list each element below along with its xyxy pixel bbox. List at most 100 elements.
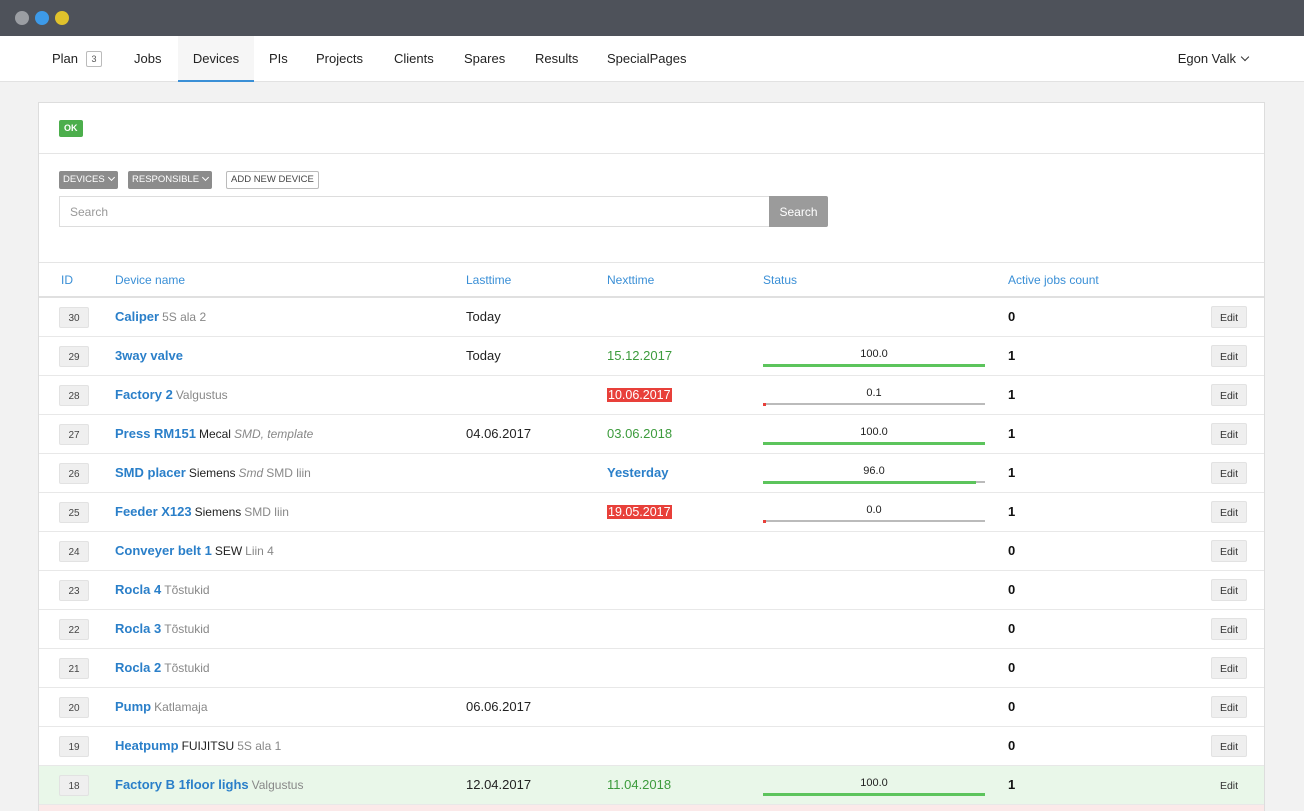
device-name-link[interactable]: Pump xyxy=(115,699,151,714)
edit-button[interactable]: Edit xyxy=(1211,618,1247,640)
edit-button[interactable]: Edit xyxy=(1211,540,1247,562)
table-row[interactable]: 20 Pump Katlamaja 06.06.2017 0 Edit xyxy=(39,688,1264,727)
nav-item-specialpages[interactable]: SpecialPages xyxy=(607,36,687,82)
edit-button[interactable]: Edit xyxy=(1211,423,1247,445)
nexttime-value: 11.04.2018 xyxy=(607,777,672,792)
window-close-dot[interactable] xyxy=(15,11,29,25)
device-name-link[interactable]: Factory B 1floor lighs xyxy=(115,777,249,792)
status-value: 100.0 xyxy=(860,348,888,360)
edit-button[interactable]: Edit xyxy=(1211,462,1247,484)
edit-button[interactable]: Edit xyxy=(1211,306,1247,328)
device-name-cell: Factory 2 Valgustus xyxy=(115,376,228,414)
nav-item-jobs[interactable]: Jobs xyxy=(134,36,161,82)
nav-item-results[interactable]: Results xyxy=(535,36,578,82)
table-row[interactable]: 25 Feeder X123 Siemens SMD liin 19.05.2017 0.… xyxy=(39,493,1264,532)
device-location: Katlamaja xyxy=(154,700,208,714)
devices-dropdown-button[interactable]: DEVICES xyxy=(59,171,118,189)
table-row[interactable]: 24 Conveyer belt 1 SEW Liin 4 0 Edit xyxy=(39,532,1264,571)
device-id-badge: 19 xyxy=(59,736,89,757)
device-name-cell: Rocla 2 Tõstukid xyxy=(115,649,210,687)
table-row[interactable] xyxy=(39,805,1264,811)
window-minimize-dot[interactable] xyxy=(35,11,49,25)
active-jobs-count: 1 xyxy=(1008,777,1016,792)
nexttime-cell: 10.06.2017 xyxy=(607,376,672,414)
progress-track xyxy=(763,441,985,445)
device-name-link[interactable]: Press RM151 xyxy=(115,426,196,441)
device-name-link[interactable]: Rocla 2 xyxy=(115,660,161,675)
window-maximize-dot[interactable] xyxy=(55,11,69,25)
device-name-link[interactable]: SMD placer xyxy=(115,465,186,480)
device-name-link[interactable]: Factory 2 xyxy=(115,387,173,402)
active-jobs-count: 1 xyxy=(1008,465,1016,480)
nav-item-devices[interactable]: Devices xyxy=(178,36,254,82)
table-row[interactable]: 18 Factory B 1floor lighs Valgustus 12.04.2… xyxy=(39,766,1264,805)
add-new-device-button[interactable]: ADD NEW DEVICE xyxy=(226,171,319,189)
lasttime-value: 12.04.2017 xyxy=(466,777,532,792)
active-jobs-count: 0 xyxy=(1008,582,1016,597)
device-location: Tõstukid xyxy=(164,661,210,675)
user-menu[interactable]: Egon Valk xyxy=(1178,36,1250,82)
progress-track xyxy=(763,792,985,796)
status-progress: 100.0 xyxy=(763,337,985,375)
active-jobs-count: 0 xyxy=(1008,543,1016,558)
edit-button[interactable]: Edit xyxy=(1211,384,1247,406)
table-row[interactable]: 27 Press RM151 Mecal SMD, template 04.06.201… xyxy=(39,415,1264,454)
column-header-active-jobs[interactable]: Active jobs count xyxy=(1008,263,1099,297)
device-name-link[interactable]: Caliper xyxy=(115,309,159,324)
edit-button[interactable]: Edit xyxy=(1211,579,1247,601)
edit-button[interactable]: Edit xyxy=(1211,501,1247,523)
column-header-nexttime[interactable]: Nexttime xyxy=(607,263,654,297)
edit-button[interactable]: Edit xyxy=(1211,774,1247,796)
nav-item-spares[interactable]: Spares xyxy=(464,36,505,82)
progress-track xyxy=(763,519,985,523)
nav-item-plan[interactable]: Plan 3 xyxy=(52,36,103,82)
nav-item-label: Devices xyxy=(192,51,240,66)
table-row[interactable]: 22 Rocla 3 Tõstukid 0 Edit xyxy=(39,610,1264,649)
edit-button[interactable]: Edit xyxy=(1211,735,1247,757)
table-row[interactable]: 28 Factory 2 Valgustus 10.06.2017 0.1 1 Edit xyxy=(39,376,1264,415)
device-name-link[interactable]: 3way valve xyxy=(115,348,183,363)
progress-fill xyxy=(763,480,977,484)
active-jobs-count: 0 xyxy=(1008,699,1016,714)
column-header-lasttime[interactable]: Lasttime xyxy=(466,263,511,297)
nav-item-clients[interactable]: Clients xyxy=(394,36,434,82)
device-name-link[interactable]: Rocla 4 xyxy=(115,582,161,597)
edit-button[interactable]: Edit xyxy=(1211,345,1247,367)
device-name-cell: Rocla 3 Tõstukid xyxy=(115,610,210,648)
table-row[interactable]: 26 SMD placer Siemens Smd SMD liin Yesterday 9… xyxy=(39,454,1264,493)
status-progress: 100.0 xyxy=(763,766,985,804)
table-row[interactable]: 19 Heatpump FUIJITSU 5S ala 1 0 Edit xyxy=(39,727,1264,766)
nexttime-value: Yesterday xyxy=(607,465,669,480)
edit-button[interactable]: Edit xyxy=(1211,657,1247,679)
search-button[interactable]: Search xyxy=(769,196,828,227)
divider xyxy=(39,153,1264,154)
column-header-status[interactable]: Status xyxy=(763,263,797,297)
nav-item-projects[interactable]: Projects xyxy=(316,36,363,82)
column-header-device-name[interactable]: Device name xyxy=(115,263,185,297)
active-jobs-count: 0 xyxy=(1008,309,1016,324)
device-name-link[interactable]: Rocla 3 xyxy=(115,621,161,636)
nexttime-cell: 19.05.2017 xyxy=(607,493,672,531)
status-value: 0.0 xyxy=(866,504,882,516)
nexttime-cell: 15.12.2017 xyxy=(607,337,672,375)
nav-item-label: Projects xyxy=(316,51,363,66)
device-name-link[interactable]: Feeder X123 xyxy=(115,504,192,519)
active-jobs-count: 0 xyxy=(1008,621,1016,636)
nav-item-label: Clients xyxy=(394,51,434,66)
column-header-id[interactable]: ID xyxy=(61,263,73,297)
table-row[interactable]: 23 Rocla 4 Tõstukid 0 Edit xyxy=(39,571,1264,610)
device-name-link[interactable]: Heatpump xyxy=(115,738,179,753)
device-name-link[interactable]: Conveyer belt 1 xyxy=(115,543,212,558)
nexttime-value: 19.05.2017 xyxy=(607,505,672,519)
edit-button[interactable]: Edit xyxy=(1211,696,1247,718)
table-row[interactable]: 21 Rocla 2 Tõstukid 0 Edit xyxy=(39,649,1264,688)
status-value: 100.0 xyxy=(860,777,888,789)
responsible-dropdown-button[interactable]: RESPONSIBLE xyxy=(128,171,213,189)
device-location: SMD liin xyxy=(266,466,311,480)
table-row[interactable]: 29 3way valve Today 15.12.2017 100.0 1 Edit xyxy=(39,337,1264,376)
search-input[interactable] xyxy=(59,196,769,227)
device-tags: Smd xyxy=(238,466,264,480)
table-row[interactable]: 30 Caliper 5S ala 2 Today 0 Edit xyxy=(39,298,1264,337)
nexttime-cell: 11.04.2018 xyxy=(607,766,671,804)
nav-item-pis[interactable]: PIs xyxy=(269,36,288,82)
